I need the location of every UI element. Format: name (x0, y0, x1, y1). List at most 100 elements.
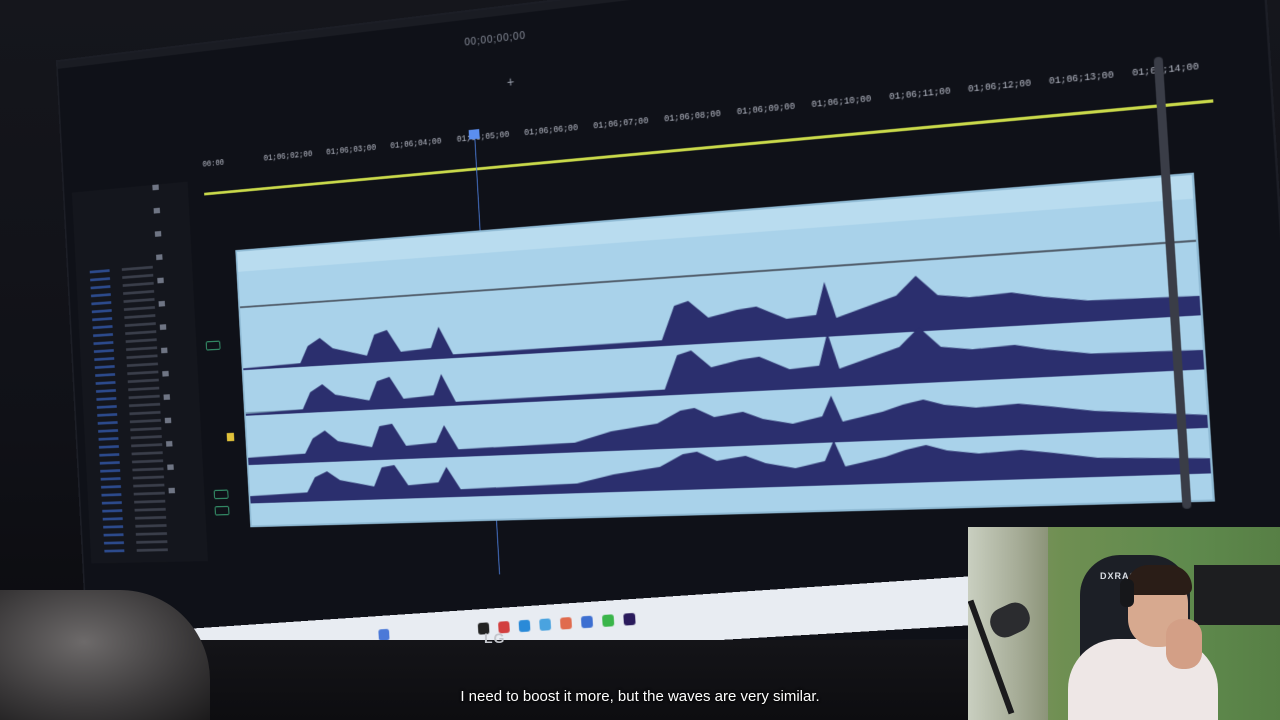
ruler-tick-label: 01;06;10;00 (811, 94, 871, 110)
tool-icon[interactable] (156, 254, 163, 260)
project-file-row[interactable] (100, 461, 120, 464)
project-file-meta (133, 476, 164, 480)
ruler-tick-label: 01;06;11;00 (889, 86, 951, 102)
project-file-meta (123, 298, 154, 303)
tool-icon[interactable] (152, 184, 159, 190)
project-file-meta (123, 282, 154, 287)
project-file-row[interactable] (94, 357, 114, 361)
project-file-row[interactable] (96, 397, 116, 401)
project-file-row[interactable] (93, 325, 113, 329)
project-file-meta (125, 330, 156, 335)
project-file-row[interactable] (104, 541, 124, 544)
project-file-meta (126, 354, 157, 359)
tool-icon[interactable] (167, 464, 174, 470)
project-file-row[interactable] (102, 509, 122, 512)
ruler-tick-label: 01;06;09;00 (737, 102, 796, 118)
mute-button[interactable] (214, 490, 229, 500)
project-file-row[interactable] (103, 525, 123, 528)
app-icon[interactable] (560, 617, 572, 630)
ruler-tick-label: 01;06;05;00 (457, 130, 510, 145)
ruler-tick-label: 01;06;13;00 (1049, 70, 1115, 87)
project-file-meta (132, 467, 163, 471)
project-file-row[interactable] (91, 293, 111, 297)
project-file-meta (129, 403, 160, 407)
project-file-row[interactable] (100, 469, 120, 472)
project-file-meta (134, 492, 165, 496)
project-file-meta (123, 290, 154, 295)
project-file-row[interactable] (96, 381, 116, 385)
program-timecode: 00;00;00;00 (464, 30, 526, 49)
tool-icon[interactable] (160, 324, 167, 330)
ruler-tick-label: 01;06;12;00 (968, 78, 1032, 95)
ruler-tick-label: 01;06;03;00 (326, 143, 376, 157)
project-file-row[interactable] (101, 477, 121, 480)
premiere-pro-icon[interactable] (623, 613, 635, 626)
project-file-meta (128, 379, 159, 383)
project-file-row[interactable] (104, 533, 124, 536)
project-file-row[interactable] (102, 501, 122, 504)
plus-icon[interactable]: + (506, 74, 514, 90)
ruler-tick-label: 00:00 (202, 158, 224, 169)
project-file-row[interactable] (98, 437, 118, 441)
project-file-meta (134, 500, 165, 504)
project-file-row[interactable] (91, 301, 111, 305)
project-file-meta (126, 338, 157, 343)
project-file-meta (136, 540, 167, 543)
spotify-icon[interactable] (602, 614, 614, 627)
project-file-row[interactable] (101, 485, 121, 488)
chrome-icon[interactable] (581, 616, 593, 629)
ruler-tick-label: 01;06;06;00 (524, 123, 578, 138)
mute-button[interactable] (206, 341, 221, 351)
tool-icon[interactable] (162, 371, 169, 377)
project-file-meta (130, 419, 161, 423)
playhead-handle[interactable] (469, 129, 480, 140)
ruler-tick-label: 01;06;08;00 (664, 109, 721, 124)
ruler-tick-label: 01;06;07;00 (593, 116, 649, 131)
project-file-row[interactable] (103, 517, 123, 520)
project-file-row[interactable] (94, 349, 114, 353)
app-icon[interactable] (539, 618, 551, 631)
project-file-row[interactable] (98, 429, 118, 433)
tool-icon[interactable] (168, 488, 175, 494)
tool-icon[interactable] (155, 231, 162, 237)
tool-icon[interactable] (165, 418, 172, 424)
project-file-meta (131, 443, 162, 447)
project-panel (72, 182, 208, 564)
project-file-row[interactable] (99, 445, 119, 449)
project-file-row[interactable] (97, 413, 117, 417)
project-file-row[interactable] (104, 549, 124, 552)
ruler-tick-label: 01;06;14;00 (1132, 62, 1199, 79)
timeline-ruler[interactable]: 00:00 01;06;02;00 01;06;03;00 01;06;04;00 01… (202, 52, 1213, 196)
project-file-row[interactable] (96, 389, 116, 393)
project-file-row[interactable] (92, 317, 112, 321)
tool-icon[interactable] (157, 278, 164, 284)
project-file-row[interactable] (98, 421, 118, 425)
project-file-row[interactable] (95, 365, 115, 369)
tool-icon[interactable] (163, 394, 170, 400)
edge-icon[interactable] (519, 620, 531, 632)
project-file-row[interactable] (91, 285, 111, 289)
monitor-bezel (58, 0, 1260, 69)
project-file-meta (137, 548, 168, 551)
project-file-row[interactable] (90, 277, 110, 281)
project-file-meta (136, 532, 167, 535)
mute-button[interactable] (215, 506, 230, 516)
project-file-row[interactable] (93, 341, 113, 345)
project-file-meta (124, 306, 155, 311)
tool-icon[interactable] (159, 301, 166, 307)
project-file-row[interactable] (95, 373, 115, 377)
project-file-row[interactable] (90, 269, 110, 273)
project-file-row[interactable] (99, 453, 119, 456)
solo-button[interactable] (227, 433, 235, 442)
tool-icon[interactable] (166, 441, 173, 447)
project-file-meta (135, 524, 166, 528)
project-file-row[interactable] (101, 493, 121, 496)
tool-icon[interactable] (161, 348, 168, 354)
project-file-row[interactable] (92, 309, 112, 313)
tool-icon[interactable] (154, 208, 161, 214)
project-file-row[interactable] (93, 333, 113, 337)
project-file-row[interactable] (97, 405, 117, 409)
project-file-meta (127, 371, 158, 375)
project-file-meta (129, 411, 160, 415)
audio-clip[interactable] (235, 173, 1215, 528)
